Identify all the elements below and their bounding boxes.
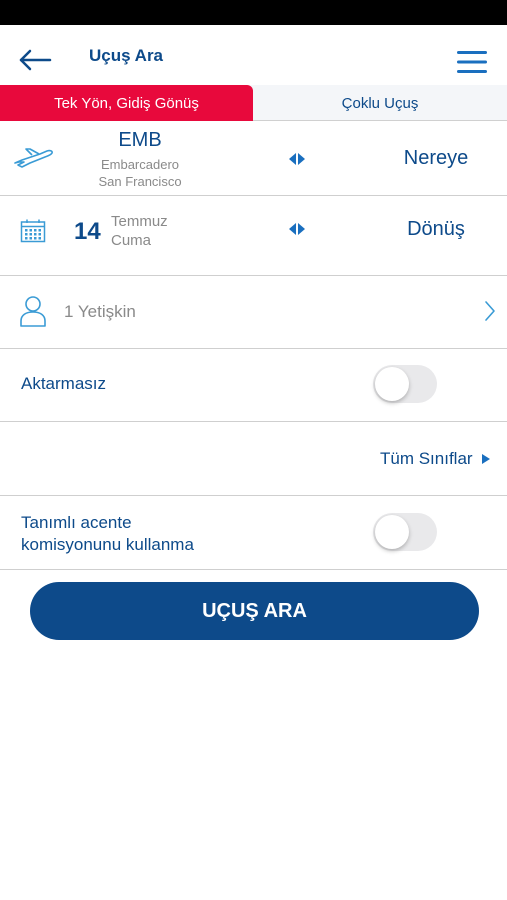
menu-button[interactable]: [456, 49, 488, 75]
route-row: EMB Embarcadero San Francisco Nereye: [0, 121, 507, 196]
agency-commission-label: Tanımlı acente komisyonunu kullanma: [21, 512, 281, 556]
cabin-class-selector[interactable]: Tüm Sınıflar: [380, 449, 491, 469]
swap-route-icon[interactable]: [288, 152, 306, 166]
passenger-row[interactable]: 1 Yetişkin: [0, 276, 507, 349]
back-button[interactable]: [18, 47, 52, 73]
agency-commission-toggle[interactable]: [373, 513, 437, 551]
chevron-right-icon: [484, 300, 496, 322]
date-row: 14 Temmuz Cuma Dönüş: [0, 196, 507, 276]
plane-icon: [12, 145, 56, 171]
departure-day: 14: [74, 218, 101, 245]
origin-city: San Francisco: [98, 174, 182, 189]
direct-flight-toggle[interactable]: [373, 365, 437, 403]
arrow-left-icon: [19, 49, 52, 71]
agency-commission-row: Tanımlı acente komisyonunu kullanma: [0, 496, 507, 570]
return-date-selector[interactable]: Dönüş: [380, 218, 492, 241]
calendar-icon: [20, 219, 46, 243]
cabin-class-label: Tüm Sınıflar: [380, 449, 473, 468]
cabin-class-row: Tüm Sınıflar: [0, 422, 507, 496]
departure-month: Temmuz: [111, 213, 168, 230]
search-flight-button[interactable]: UÇUŞ ARA: [30, 582, 479, 640]
swap-date-icon[interactable]: [288, 222, 306, 236]
toggle-knob: [375, 515, 409, 549]
commission-label-line2: komisyonunu kullanma: [21, 535, 194, 554]
header: Uçuş Ara: [0, 25, 507, 85]
person-icon: [18, 295, 48, 327]
trip-type-tabs: Tek Yön, Gidiş Gönüş Çoklu Uçuş: [0, 85, 507, 121]
direct-flight-row: Aktarmasız: [0, 349, 507, 422]
status-bar: [0, 0, 507, 25]
direct-flight-label: Aktarmasız: [21, 374, 107, 393]
destination-selector[interactable]: Nereye: [380, 147, 492, 170]
passenger-count: 1 Yetişkin: [64, 302, 136, 321]
origin-selector[interactable]: EMB Embarcadero San Francisco: [80, 129, 200, 190]
toggle-knob: [375, 367, 409, 401]
commission-label-line1: Tanımlı acente: [21, 513, 132, 532]
caret-right-icon: [481, 454, 490, 464]
page-title: Uçuş Ara: [89, 46, 164, 65]
hamburger-menu-icon: [457, 51, 487, 73]
origin-name: Embarcadero: [100, 157, 180, 172]
tab-one-way-round-trip[interactable]: Tek Yön, Gidiş Gönüş: [0, 85, 253, 121]
departure-weekday: Cuma: [111, 232, 152, 249]
origin-code: EMB: [118, 129, 162, 151]
tab-multi-city[interactable]: Çoklu Uçuş: [253, 85, 507, 121]
